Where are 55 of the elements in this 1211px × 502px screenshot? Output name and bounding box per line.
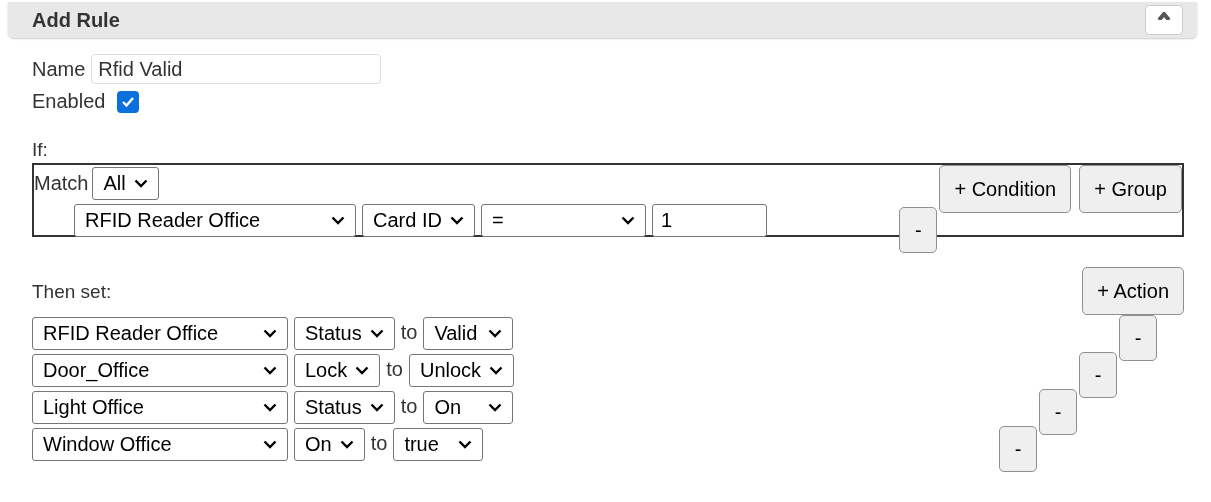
chevron-down-icon [620,216,635,225]
property-dropdown[interactable]: Card ID [362,204,475,237]
match-label: Match [34,172,89,195]
chevron-down-icon [331,216,345,225]
chevron-down-icon [488,329,503,338]
chevron-down-icon [369,403,384,412]
value-input-field[interactable]: 1 [651,204,767,237]
chevron-down-icon [263,329,277,338]
dialog-title: Add Rule [32,8,120,32]
remove-button[interactable]: - [1079,352,1117,398]
property-dropdown[interactable]: Lock [294,354,381,387]
add-button[interactable]: + Condition [939,165,1072,213]
property-dropdown[interactable]: Status [294,317,395,350]
match-dropdown[interactable]: All [92,167,159,200]
if-label: If: [32,139,49,161]
value-dropdown[interactable]: Valid [423,317,514,350]
chevron-down-icon [263,366,277,375]
to-label: to [386,358,403,381]
remove-button[interactable]: - [999,426,1037,472]
value-dropdown[interactable]: On [423,391,514,424]
to-label: to [400,321,418,344]
chevron-down-icon [339,440,354,449]
chevron-down-icon [458,440,473,449]
device-dropdown[interactable]: Light Office [32,391,288,424]
to-label: to [370,432,388,455]
remove-button[interactable]: - [1039,389,1077,435]
chevron-down-icon [355,366,370,375]
value-dropdown[interactable]: Unlock [408,354,515,387]
remove-button[interactable]: - [1119,315,1157,361]
name-label: Name [32,57,86,81]
remove-button[interactable]: - [899,207,938,253]
chevron-down-icon [263,440,277,449]
device-dropdown[interactable]: RFID Reader Office [32,317,288,350]
add-button[interactable]: + Group [1079,165,1182,213]
value-dropdown[interactable]: true [393,428,484,461]
chevron-down-icon [449,216,464,225]
add-action-button[interactable]: + Action [1082,267,1184,315]
chevron-down-icon [133,179,148,188]
chevron-down-icon [489,366,504,375]
property-dropdown[interactable]: On [294,428,365,461]
checkmark-icon [121,95,136,108]
property-dropdown[interactable]: Status [294,391,395,424]
chevron-down-icon [369,329,384,338]
enabled-label: Enabled [32,90,106,113]
device-dropdown[interactable]: RFID Reader Office [74,204,356,237]
close-button[interactable] [1145,5,1183,35]
chevron-down-icon [263,403,277,412]
device-dropdown[interactable]: Door_Office [32,354,288,387]
device-dropdown[interactable]: Window Office [32,428,288,461]
operator-dropdown[interactable]: = [480,204,646,237]
to-label: to [400,395,418,418]
enabled-checkbox[interactable] [117,90,140,113]
name-input-field[interactable]: Rfid Valid [91,54,382,84]
chevron-down-icon [488,403,503,412]
then-set-label: Then set: [32,281,112,303]
